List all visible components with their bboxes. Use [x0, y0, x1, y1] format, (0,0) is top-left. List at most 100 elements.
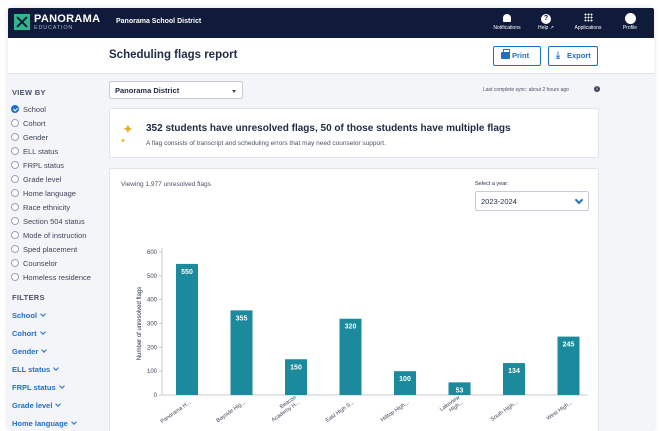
y-tick-label: 400 — [147, 298, 158, 304]
radio-unchecked-icon[interactable] — [11, 161, 19, 169]
chevron-down-icon — [71, 419, 77, 425]
filter-dropdown[interactable]: School — [12, 311, 46, 320]
chevron-down-icon — [40, 311, 46, 317]
x-category-label: South High... — [490, 399, 520, 422]
filter-label: ELL status — [12, 365, 51, 374]
view-by-option-label: Cohort — [23, 119, 46, 128]
filter-dropdown[interactable]: FRPL status — [12, 383, 65, 392]
notifications-button[interactable]: Notifications — [488, 11, 526, 37]
export-button[interactable]: ⤓ Export — [548, 46, 598, 66]
bell-icon — [503, 14, 511, 22]
radio-unchecked-icon[interactable] — [11, 175, 19, 183]
viewing-count: Viewing 1,977 unresolved flags — [121, 181, 211, 188]
brand-name: PANORAMA — [34, 13, 101, 25]
view-by-option-label: Sped placement — [23, 245, 78, 254]
profile-button[interactable]: Profile — [616, 11, 644, 37]
filter-dropdown[interactable]: Home language — [12, 419, 77, 428]
radio-unchecked-icon[interactable] — [11, 245, 19, 253]
radio-unchecked-icon[interactable] — [11, 189, 19, 197]
filter-dropdown[interactable]: ELL status — [12, 365, 60, 374]
sidebar: VIEW BY School Cohort Gender ELL status FRPL… — [8, 75, 104, 431]
radio-unchecked-icon[interactable] — [11, 203, 19, 211]
chevron-down-icon — [58, 383, 65, 389]
applications-button[interactable]: Applications — [570, 11, 606, 37]
chevron-down-icon — [55, 401, 62, 407]
radio-unchecked-icon[interactable] — [11, 259, 19, 267]
x-category-label-line: East High S... — [325, 399, 356, 423]
radio-unchecked-icon[interactable] — [11, 217, 19, 225]
x-category-label: Panorama H... — [160, 399, 193, 425]
sync-status: Last complete sync: about 2 hours ago — [483, 87, 569, 93]
x-category-label-line: Hilltop High... — [380, 399, 411, 423]
bar-value-label: 134 — [508, 368, 520, 375]
x-category-label: East High S... — [325, 399, 356, 423]
y-axis-title: Number of unresolved flags — [137, 287, 143, 360]
summary-title: 352 students have unresolved flags, 50 o… — [146, 123, 511, 134]
view-by-option-label: School — [23, 105, 46, 114]
filter-dropdown[interactable]: Gender — [12, 347, 48, 356]
radio-unchecked-icon[interactable] — [11, 133, 19, 141]
bar-value-label: 245 — [563, 342, 575, 349]
sparkle-small-icon: ✦ — [120, 138, 126, 145]
avatar-icon — [624, 13, 636, 24]
year-select[interactable]: 2023-2024 — [475, 191, 589, 211]
applications-label: Applications — [574, 25, 602, 31]
x-category-label: Bayside Hig... — [215, 399, 247, 424]
print-label: Print — [512, 51, 530, 60]
help-icon: ? — [541, 14, 551, 24]
filter-dropdown[interactable]: Cohort — [12, 329, 46, 338]
print-button[interactable]: Print — [493, 46, 541, 66]
view-by-option-label: ELL status — [23, 147, 59, 156]
view-by-option-label: Grade level — [23, 175, 62, 184]
y-tick-label: 200 — [147, 345, 158, 351]
district-name: Panorama School District — [116, 18, 202, 25]
brand-subtitle: EDUCATION — [34, 25, 74, 31]
year-select-value: 2023-2024 — [481, 197, 517, 206]
view-by-option-label: Mode of instruction — [23, 231, 87, 240]
download-icon: ⤓ — [556, 50, 560, 60]
chevron-down-icon — [39, 329, 46, 335]
bar — [230, 310, 253, 395]
filter-label: Home language — [12, 419, 68, 428]
bar-chart: 0 100 200 300 400 500 600 Number of unresolved … — [137, 248, 588, 425]
view-by-option-label: FRPL status — [23, 161, 64, 170]
help-button[interactable]: ? Help ↗ — [534, 11, 558, 37]
profile-label: Profile — [622, 25, 638, 31]
chevron-down-icon — [53, 365, 60, 371]
filter-label: Cohort — [12, 329, 37, 338]
panorama-logo-icon — [14, 14, 30, 30]
filter-dropdown[interactable]: Grade level — [12, 401, 62, 410]
app-window: PANORAMA EDUCATION Panorama School Distr… — [8, 8, 654, 431]
filter-label: Grade level — [12, 401, 53, 410]
district-select[interactable]: Panorama District — [109, 81, 243, 99]
sparkle-icon: ✦ — [122, 121, 134, 137]
page-title: Scheduling flags report — [109, 49, 238, 61]
radio-unchecked-icon[interactable] — [11, 119, 19, 127]
x-category-label-line: West High... — [546, 399, 574, 421]
x-category-label-line: Panorama H... — [160, 399, 193, 425]
panorama-logo[interactable]: PANORAMA EDUCATION — [14, 12, 102, 34]
bar-value-label: 100 — [399, 376, 411, 383]
chevron-down-icon — [574, 195, 584, 205]
export-label: Export — [567, 51, 591, 60]
filters-heading: FILTERS — [12, 293, 45, 302]
x-category-label: BeaconAcademy H... — [267, 395, 301, 424]
notifications-label: Notifications — [493, 25, 521, 31]
info-icon[interactable]: i — [594, 86, 600, 92]
chart-card: Viewing 1,977 unresolved flags Select a … — [109, 168, 599, 431]
radio-unchecked-icon[interactable] — [11, 147, 19, 155]
radio-unchecked-icon[interactable] — [11, 231, 19, 239]
radio-unchecked-icon[interactable] — [11, 273, 19, 281]
x-category-label-line: South High... — [490, 399, 520, 422]
apps-grid-icon — [583, 13, 593, 22]
filter-label: School — [12, 311, 38, 320]
radio-checked-icon[interactable] — [11, 105, 19, 113]
page-header: Scheduling flags report Print ⤓ Export — [8, 38, 654, 74]
summary-description: A flag consists of transcript and schedu… — [146, 140, 386, 147]
x-category-label: West High... — [546, 399, 574, 421]
bar-value-label: 53 — [456, 387, 464, 394]
caret-down-icon — [232, 90, 236, 93]
view-by-heading: VIEW BY — [12, 88, 46, 97]
x-category-label: LakeviewHigh... — [439, 395, 465, 418]
x-category-label: Hilltop High... — [380, 399, 411, 423]
